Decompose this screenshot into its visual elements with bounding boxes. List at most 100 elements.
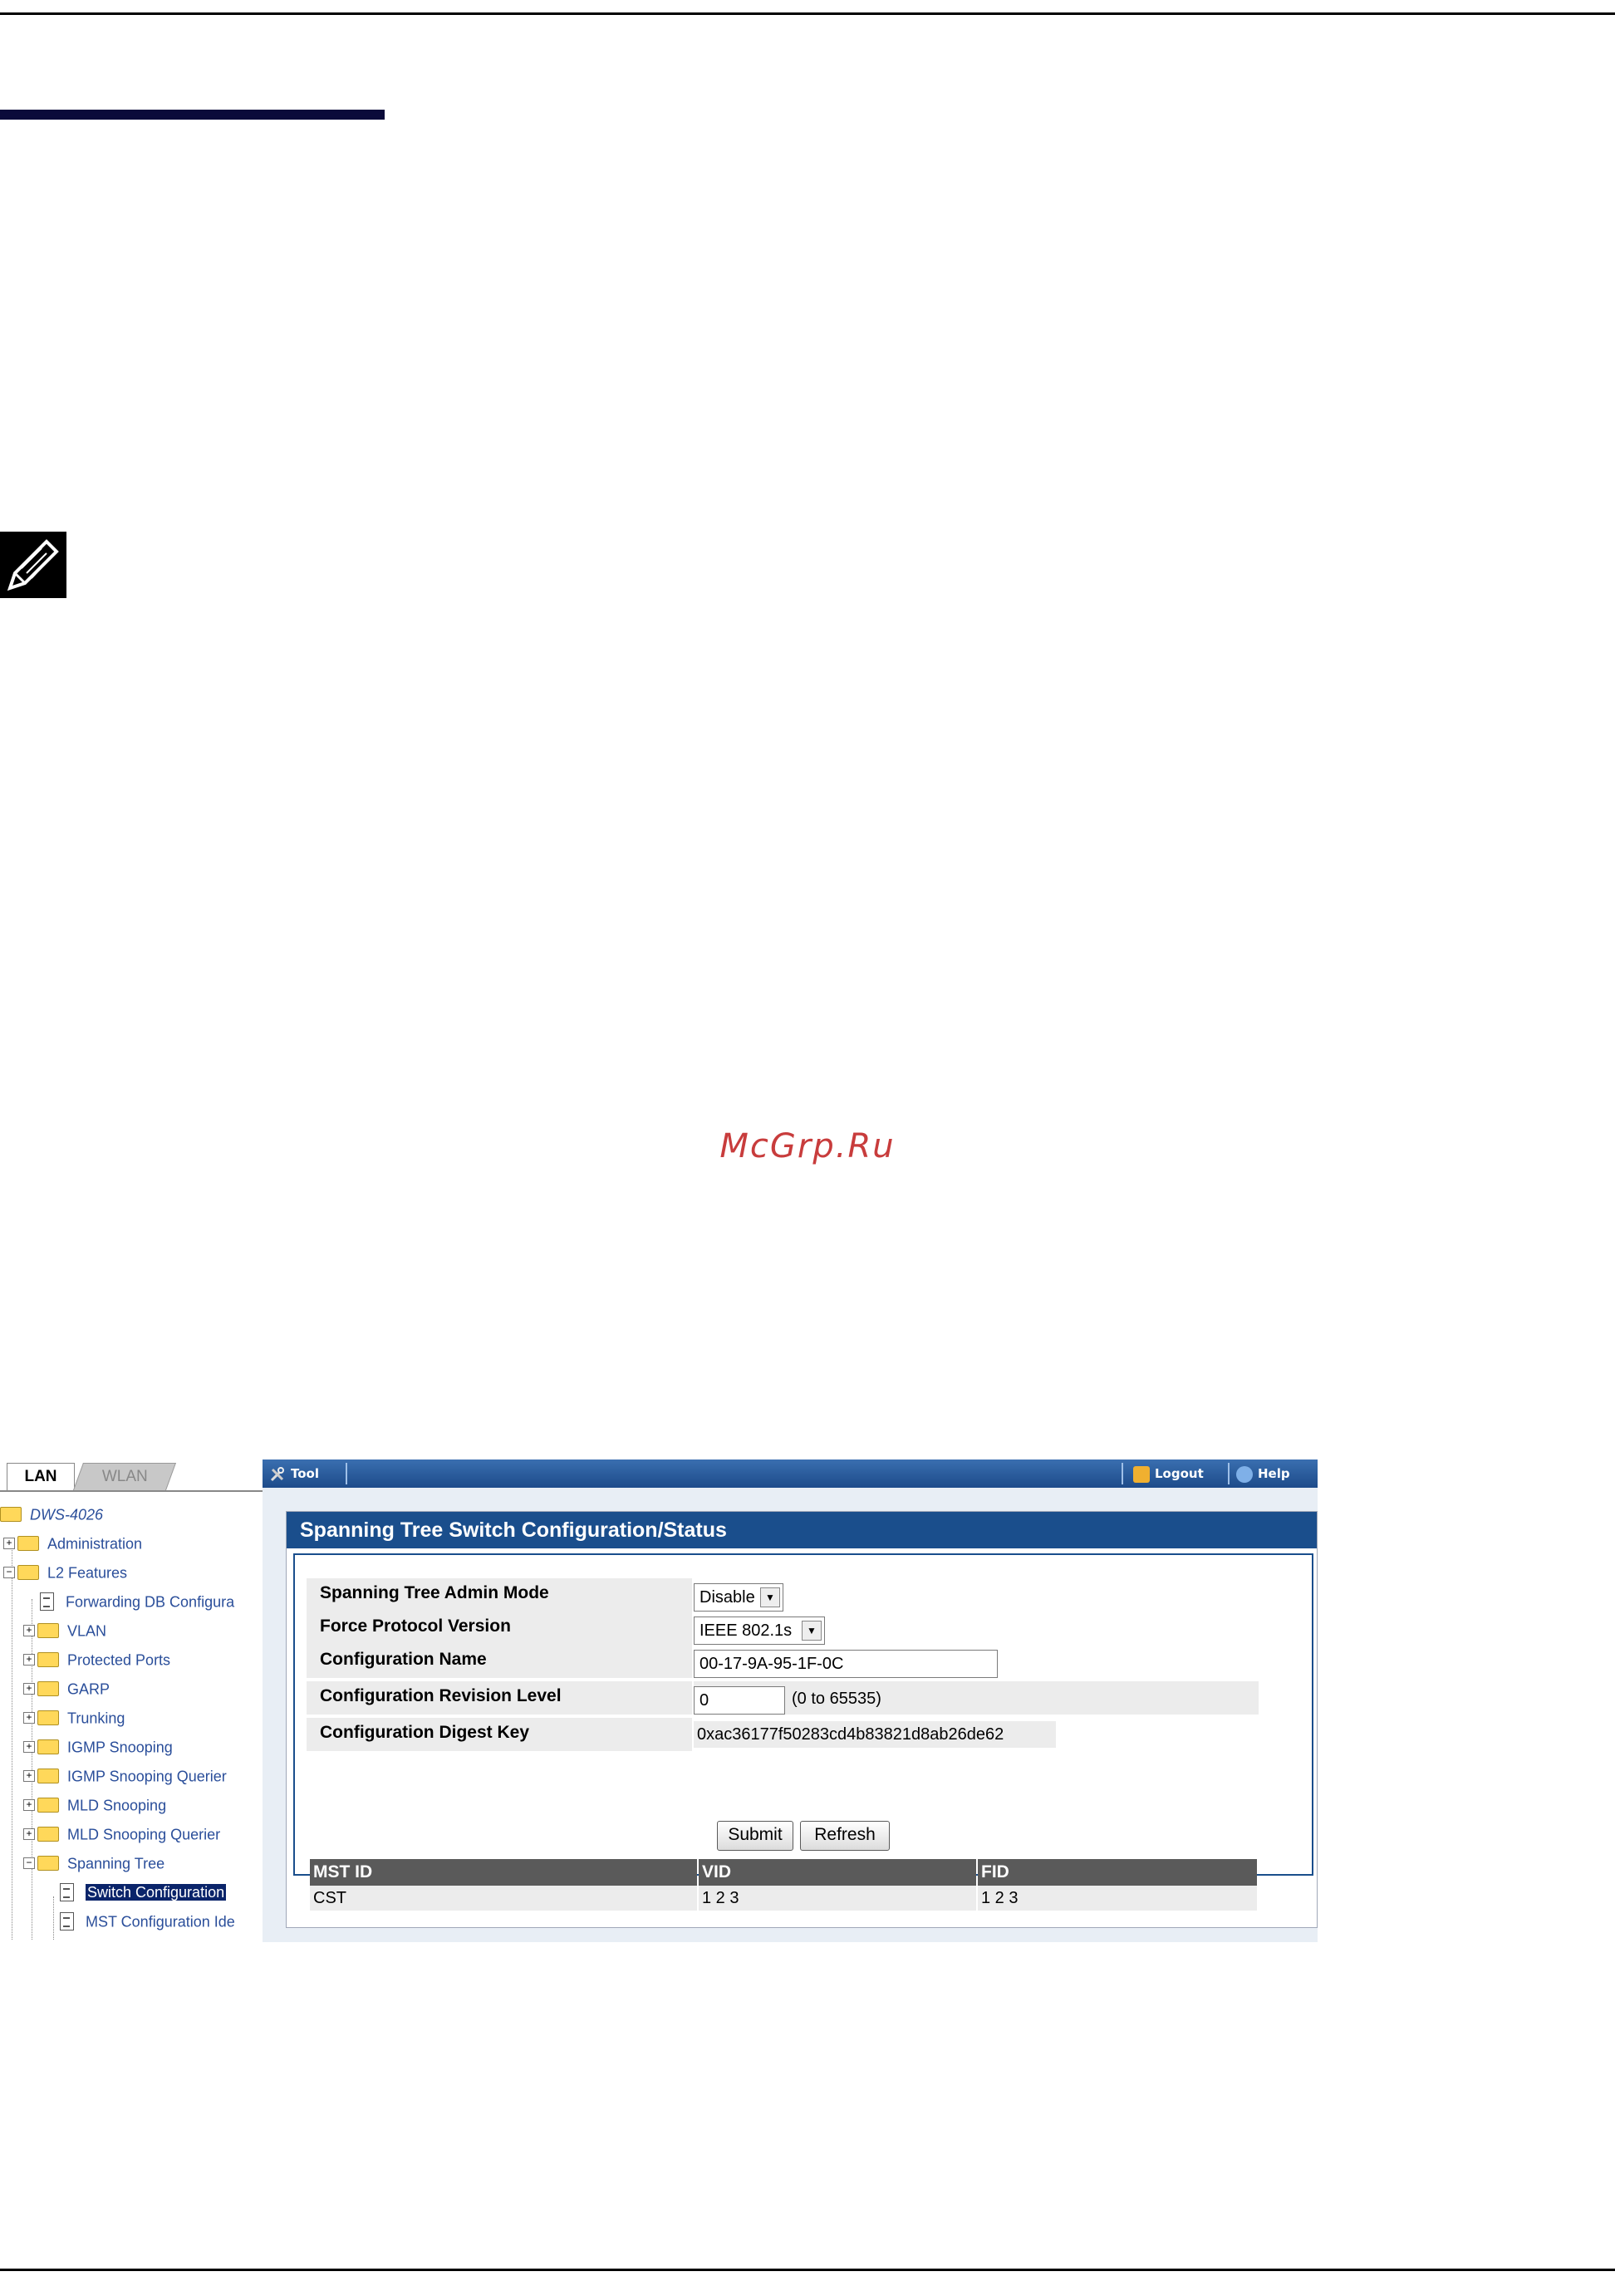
page-icon <box>60 1912 74 1931</box>
tree-item-mld-snooping-querier[interactable]: + MLD Snooping Querier <box>23 1821 220 1846</box>
panel-title: Spanning Tree Switch Configuration/Statu… <box>287 1512 1317 1548</box>
logout-button[interactable]: Logout <box>1133 1460 1204 1488</box>
folder-icon <box>37 1798 59 1813</box>
expand-plus-icon[interactable]: + <box>23 1770 35 1783</box>
key-icon <box>1133 1465 1150 1483</box>
tree-item-mld-snooping[interactable]: + MLD Snooping <box>23 1792 166 1817</box>
force-protocol-select[interactable]: IEEE 802.1s ▼ <box>694 1617 825 1645</box>
admin-mode-value: Disable <box>700 1588 755 1607</box>
folder-icon <box>37 1623 59 1639</box>
expand-plus-icon[interactable]: + <box>3 1538 15 1550</box>
folder-icon <box>37 1769 59 1784</box>
chevron-down-icon: ▼ <box>802 1621 822 1641</box>
refresh-button[interactable]: Refresh <box>800 1821 890 1851</box>
digest-key-cell: 0xac36177f50283cd4b83821d8ab26de62 <box>694 1718 1259 1751</box>
row-digest-key: Configuration Digest Key 0xac36177f50283… <box>307 1718 1259 1751</box>
admin-mode-cell: Disable ▼ <box>694 1578 1259 1612</box>
table-cell-fid: 1 2 3 <box>978 1886 1257 1911</box>
collapse-minus-icon[interactable]: − <box>23 1857 35 1870</box>
table-header-vid: VID <box>699 1859 976 1886</box>
help-globe-icon <box>1236 1465 1253 1483</box>
section-title-bar <box>0 110 385 120</box>
tree-item-administration[interactable]: + Administration <box>3 1530 142 1555</box>
tab-lan[interactable]: LAN <box>7 1463 75 1490</box>
tab-bar: LAN WLAN <box>0 1460 263 1492</box>
expand-plus-icon[interactable]: + <box>23 1799 35 1812</box>
tool-menu[interactable]: Tool <box>269 1460 319 1488</box>
row-config-name: Configuration Name 00-17-9A-95-1F-0C <box>307 1645 1259 1678</box>
tab-wlan-label: WLAN <box>101 1468 148 1485</box>
expand-plus-icon[interactable]: + <box>23 1683 35 1695</box>
expand-plus-icon[interactable]: + <box>23 1712 35 1724</box>
row-revision-level: Configuration Revision Level 0 (0 to 655… <box>307 1681 1259 1715</box>
expand-plus-icon[interactable]: + <box>23 1625 35 1637</box>
tree-item-l2-features[interactable]: − L2 Features <box>3 1559 127 1584</box>
navigation-pane: LAN WLAN DWS-4026 + Administration − L2 Fe… <box>0 1460 263 1942</box>
tree-item-trunking[interactable]: + Trunking <box>23 1705 125 1729</box>
revision-range-hint: (0 to 65535) <box>792 1690 881 1708</box>
expand-plus-icon[interactable]: + <box>23 1654 35 1666</box>
folder-icon <box>37 1681 59 1697</box>
bottom-rule <box>0 2269 1615 2271</box>
admin-mode-select[interactable]: Disable ▼ <box>694 1583 783 1612</box>
force-protocol-cell: IEEE 802.1s ▼ <box>694 1612 1259 1645</box>
tree-item-protected-ports[interactable]: + Protected Ports <box>23 1646 170 1671</box>
tree-item-switch-configuration[interactable]: Switch Configuration <box>60 1879 227 1904</box>
tab-wlan[interactable]: WLAN <box>72 1463 177 1490</box>
toolbar: Tool Logout Help <box>263 1460 1318 1488</box>
tree-item-forwarding-db[interactable]: Forwarding DB Configura <box>40 1588 234 1613</box>
tree-item-igmp-snooping-querier[interactable]: + IGMP Snooping Querier <box>23 1763 227 1788</box>
watermark-text: McGrp.Ru <box>719 1127 896 1165</box>
note-pencil-icon <box>0 532 66 598</box>
toolbar-divider <box>1122 1463 1123 1484</box>
table-header-mst-id: MST ID <box>310 1859 697 1886</box>
force-protocol-label: Force Protocol Version <box>307 1612 692 1645</box>
digest-key-label: Configuration Digest Key <box>307 1718 692 1751</box>
folder-icon <box>17 1536 39 1552</box>
folder-icon <box>37 1652 59 1668</box>
table-cell-mst-id: CST <box>310 1886 697 1911</box>
tree-item-mst-configuration[interactable]: MST Configuration Ide <box>60 1908 235 1933</box>
page-icon <box>60 1883 74 1902</box>
admin-mode-label: Spanning Tree Admin Mode <box>307 1578 692 1612</box>
folder-open-icon <box>37 1856 59 1872</box>
config-name-input[interactable]: 00-17-9A-95-1F-0C <box>694 1650 998 1678</box>
help-label: Help <box>1258 1466 1290 1481</box>
toolbar-divider <box>346 1463 347 1484</box>
config-name-label: Configuration Name <box>307 1645 692 1678</box>
help-button[interactable]: Help <box>1236 1460 1290 1488</box>
folder-icon <box>37 1739 59 1755</box>
revision-level-label: Configuration Revision Level <box>307 1681 692 1715</box>
folder-open-icon <box>0 1507 22 1523</box>
tree-guide-line <box>53 1896 54 1940</box>
digest-key-value: 0xac36177f50283cd4b83821d8ab26de62 <box>694 1721 1056 1748</box>
toolbar-divider <box>1228 1463 1230 1484</box>
revision-level-input[interactable]: 0 <box>694 1686 785 1715</box>
collapse-minus-icon[interactable]: − <box>3 1567 15 1579</box>
config-panel: Spanning Tree Switch Configuration/Statu… <box>286 1511 1318 1928</box>
tree-item-igmp-snooping[interactable]: + IGMP Snooping <box>23 1734 173 1759</box>
table-cell-vid: 1 2 3 <box>699 1886 976 1911</box>
row-force-protocol: Force Protocol Version IEEE 802.1s ▼ <box>307 1612 1259 1645</box>
table-header-fid: FID <box>978 1859 1257 1886</box>
folder-icon <box>37 1827 59 1842</box>
submit-button[interactable]: Submit <box>717 1821 793 1851</box>
chevron-down-icon: ▼ <box>760 1587 780 1607</box>
tree-item-root[interactable]: DWS-4026 <box>0 1501 103 1526</box>
content-pane: Tool Logout Help Spanning Tree Switch Co… <box>263 1460 1318 1942</box>
ui-screenshot: LAN WLAN DWS-4026 + Administration − L2 Fe… <box>0 1460 1318 1942</box>
revision-level-cell: 0 (0 to 65535) <box>694 1681 1259 1715</box>
tree-item-vlan[interactable]: + VLAN <box>23 1617 106 1642</box>
config-name-cell: 00-17-9A-95-1F-0C <box>694 1645 1259 1678</box>
force-protocol-value: IEEE 802.1s <box>700 1621 793 1640</box>
tree-item-garp[interactable]: + GARP <box>23 1675 110 1700</box>
tools-icon <box>270 1466 284 1481</box>
tree-item-spanning-tree[interactable]: − Spanning Tree <box>23 1850 164 1875</box>
page-icon <box>40 1592 54 1612</box>
logout-label: Logout <box>1155 1466 1204 1481</box>
expand-plus-icon[interactable]: + <box>23 1741 35 1754</box>
top-rule <box>0 12 1615 15</box>
row-admin-mode: Spanning Tree Admin Mode Disable ▼ <box>307 1578 1259 1612</box>
tool-label: Tool <box>291 1466 319 1481</box>
expand-plus-icon[interactable]: + <box>23 1828 35 1841</box>
